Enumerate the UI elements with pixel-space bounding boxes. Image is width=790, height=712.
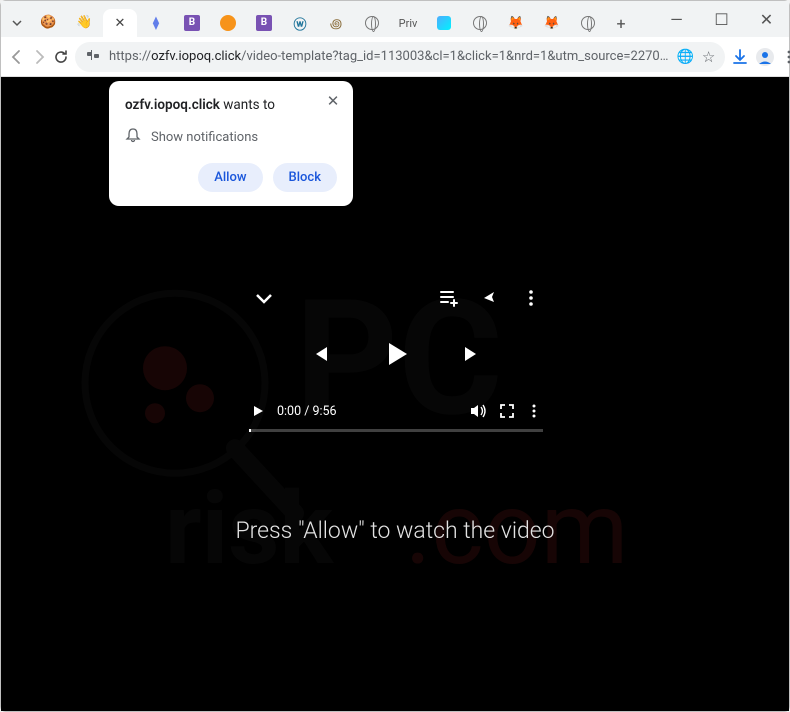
profile-icon[interactable] (755, 43, 775, 71)
tab-12[interactable] (427, 9, 461, 37)
volume-icon[interactable] (469, 402, 487, 420)
tab-icon: B (256, 15, 272, 31)
tab-9[interactable]: ꩜ (319, 9, 353, 37)
site-settings-icon[interactable] (85, 47, 101, 67)
tab-icon: 🦊 (544, 16, 560, 31)
back-button[interactable] (9, 43, 25, 71)
popup-actions: Allow Block (125, 163, 337, 192)
forward-button[interactable] (31, 43, 47, 71)
popup-permission-label: Show notifications (151, 130, 258, 145)
globe-icon (581, 16, 595, 30)
browser-window: 🍪 👋 ✕ ⧫ B B ⓦ ꩜ Priv 🦊 🦊 + — ☐ ✕ (0, 0, 790, 712)
popup-close-button[interactable]: ✕ (323, 91, 343, 111)
playlist-add-icon[interactable] (439, 288, 459, 308)
maximize-button[interactable]: ☐ (699, 1, 744, 37)
globe-icon (473, 16, 487, 30)
tab-icon (220, 15, 236, 31)
tab-icon: ⧫ (153, 16, 159, 31)
allow-button[interactable]: Allow (198, 163, 262, 192)
tab-1[interactable]: 🍪 (31, 9, 65, 37)
tab-4[interactable]: ⧫ (139, 9, 173, 37)
tab-icon (437, 16, 451, 30)
window-controls: — ☐ ✕ (654, 1, 789, 37)
tab-icon: B (184, 15, 200, 31)
tab-strip: 🍪 👋 ✕ ⧫ B B ⓦ ꩜ Priv 🦊 🦊 + (1, 1, 654, 37)
video-player: 0:00 / 9:56 (249, 287, 543, 432)
more-icon[interactable] (523, 288, 539, 308)
menu-icon[interactable] (781, 43, 790, 71)
address-bar[interactable]: https://ozfv.iopoq.click/video-template?… (75, 42, 725, 72)
close-window-button[interactable]: ✕ (744, 1, 789, 37)
minimize-button[interactable]: — (654, 1, 699, 37)
share-icon[interactable] (481, 288, 501, 308)
toolbar: https://ozfv.iopoq.click/video-template?… (1, 37, 789, 77)
downloads-icon[interactable] (731, 43, 749, 71)
translate-icon[interactable]: 🌐 (676, 49, 693, 65)
play-icon[interactable] (379, 337, 413, 371)
next-track-icon[interactable] (461, 343, 483, 365)
more-controls-icon[interactable] (527, 403, 541, 419)
tab-14[interactable]: 🦊 (499, 9, 533, 37)
globe-icon (365, 16, 379, 30)
progress-bar[interactable] (249, 429, 543, 432)
tab-13[interactable] (463, 9, 497, 37)
notification-permission-popup: ✕ ozfv.iopoq.click wants to Show notific… (109, 81, 353, 206)
tab-icon: ⓦ (293, 14, 306, 33)
collapse-icon[interactable] (253, 287, 275, 309)
bookmark-icon[interactable]: ☆ (702, 48, 715, 66)
tab-active[interactable]: ✕ (103, 9, 137, 37)
tab-2[interactable]: 👋 (67, 9, 101, 37)
tab-icon: ꩜ (330, 13, 342, 33)
play-small-icon[interactable] (251, 404, 265, 418)
tab-6[interactable] (211, 9, 245, 37)
page-content: PC risk .com ✕ ozfv.iopoq.click wants to… (1, 77, 789, 711)
tab-8[interactable]: ⓦ (283, 9, 317, 37)
tabs-dropdown[interactable] (5, 9, 29, 37)
reload-button[interactable] (53, 43, 69, 71)
close-tab-icon[interactable]: ✕ (115, 16, 126, 31)
tab-16[interactable] (571, 9, 605, 37)
tab-icon: 👋 (76, 15, 92, 31)
time-display: 0:00 / 9:56 (277, 404, 337, 419)
fullscreen-icon[interactable] (499, 403, 515, 419)
url-text: https://ozfv.iopoq.click/video-template?… (109, 49, 668, 64)
popup-title: ozfv.iopoq.click wants to (125, 97, 337, 113)
new-tab-button[interactable]: + (607, 9, 635, 37)
tab-15[interactable]: 🦊 (535, 9, 569, 37)
tab-10[interactable] (355, 9, 389, 37)
tab-7[interactable]: B (247, 9, 281, 37)
main-message: Press "Allow" to watch the video (1, 517, 789, 544)
tab-label: Priv (399, 17, 418, 30)
bell-icon (125, 127, 141, 147)
popup-permission-row: Show notifications (125, 127, 337, 147)
tab-11[interactable]: Priv (391, 9, 425, 37)
previous-track-icon[interactable] (309, 343, 331, 365)
block-button[interactable]: Block (273, 163, 337, 192)
tab-icon: 🦊 (508, 16, 524, 31)
titlebar: 🍪 👋 ✕ ⧫ B B ⓦ ꩜ Priv 🦊 🦊 + — ☐ ✕ (1, 1, 789, 37)
tab-5[interactable]: B (175, 9, 209, 37)
tab-icon: 🍪 (40, 15, 56, 31)
